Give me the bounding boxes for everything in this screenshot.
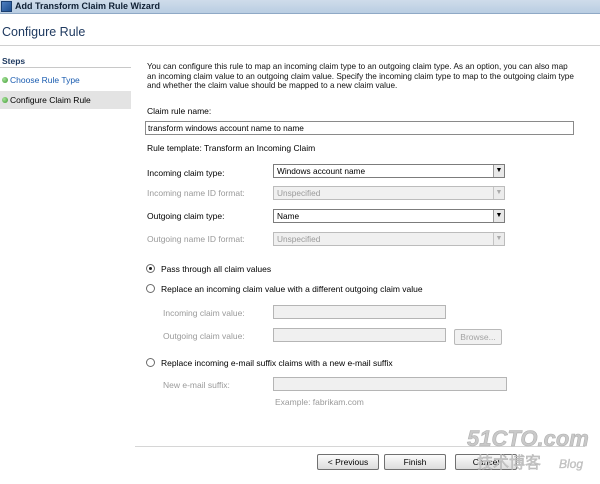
sidebar-item-choose-rule-type[interactable]: Choose Rule Type xyxy=(0,71,131,89)
steps-label: Steps xyxy=(2,56,26,66)
outgoing-name-id-format-label: Outgoing name ID format: xyxy=(147,234,245,244)
incoming-claim-value-label: Incoming claim value: xyxy=(163,308,245,318)
outgoing-claim-value-input[interactable] xyxy=(273,328,446,342)
previous-button[interactable]: < Previous xyxy=(317,454,379,470)
rule-description: You can configure this rule to map an in… xyxy=(147,62,574,90)
claim-rule-name-input[interactable] xyxy=(145,121,574,135)
replace-suffix-label[interactable]: Replace incoming e-mail suffix claims wi… xyxy=(161,358,393,368)
watermark-sub-text: 技术博客 xyxy=(477,453,541,472)
incoming-claim-type-label: Incoming claim type: xyxy=(147,168,225,178)
sidebar-item-label: Choose Rule Type xyxy=(10,75,80,85)
finish-button[interactable]: Finish xyxy=(384,454,446,470)
replace-suffix-radio[interactable] xyxy=(146,358,155,367)
outgoing-name-id-format-value: Unspecified xyxy=(277,234,321,244)
step-status-dot-icon xyxy=(2,77,8,83)
claim-rule-name-label: Claim rule name: xyxy=(147,106,212,116)
replace-value-label[interactable]: Replace an incoming claim value with a d… xyxy=(161,284,423,294)
chevron-down-icon[interactable]: ▼ xyxy=(493,165,504,177)
browse-button[interactable]: Browse... xyxy=(454,329,502,345)
rule-template-text: Rule template: Transform an Incoming Cla… xyxy=(147,143,316,153)
watermark-brand-text: 51CTO.com xyxy=(467,426,589,451)
email-suffix-example: Example: fabrikam.com xyxy=(275,397,364,407)
chevron-down-icon[interactable]: ▼ xyxy=(493,187,504,199)
watermark-51cto-logo: 51CTO.com 技术博客 Blog xyxy=(467,426,589,473)
watermark-blog-text: Blog xyxy=(559,457,583,471)
incoming-name-id-format-label: Incoming name ID format: xyxy=(147,188,245,198)
sidebar-item-configure-claim-rule[interactable]: Configure Claim Rule xyxy=(0,91,131,109)
chevron-down-icon[interactable]: ▼ xyxy=(493,210,504,222)
steps-sidebar: Steps Choose Rule Type Configure Claim R… xyxy=(0,54,131,484)
sidebar-item-label: Configure Claim Rule xyxy=(10,95,91,105)
incoming-claim-type-value: Windows account name xyxy=(277,166,366,176)
new-email-suffix-input[interactable] xyxy=(273,377,507,391)
chevron-down-icon[interactable]: ▼ xyxy=(493,233,504,245)
outgoing-name-id-format-select[interactable]: Unspecified ▼ xyxy=(273,232,505,246)
outgoing-claim-type-label: Outgoing claim type: xyxy=(147,211,225,221)
wizard-header: Configure Rule xyxy=(0,14,600,46)
incoming-name-id-format-select[interactable]: Unspecified ▼ xyxy=(273,186,505,200)
outgoing-claim-type-select[interactable]: Name ▼ xyxy=(273,209,505,223)
incoming-claim-value-input[interactable] xyxy=(273,305,446,319)
outgoing-claim-value-label: Outgoing claim value: xyxy=(163,331,245,341)
page-title: Configure Rule xyxy=(2,25,86,39)
outgoing-claim-type-value: Name xyxy=(277,211,300,221)
steps-divider xyxy=(0,67,131,68)
pass-through-radio[interactable] xyxy=(146,264,155,273)
window-titlebar: Add Transform Claim Rule Wizard xyxy=(0,0,600,14)
incoming-claim-type-select[interactable]: Windows account name ▼ xyxy=(273,164,505,178)
replace-value-radio[interactable] xyxy=(146,284,155,293)
incoming-name-id-format-value: Unspecified xyxy=(277,188,321,198)
new-email-suffix-label: New e-mail suffix: xyxy=(163,380,230,390)
window-title: Add Transform Claim Rule Wizard xyxy=(15,1,160,11)
step-status-dot-icon xyxy=(2,97,8,103)
pass-through-label[interactable]: Pass through all claim values xyxy=(161,264,271,274)
app-icon xyxy=(1,1,12,12)
